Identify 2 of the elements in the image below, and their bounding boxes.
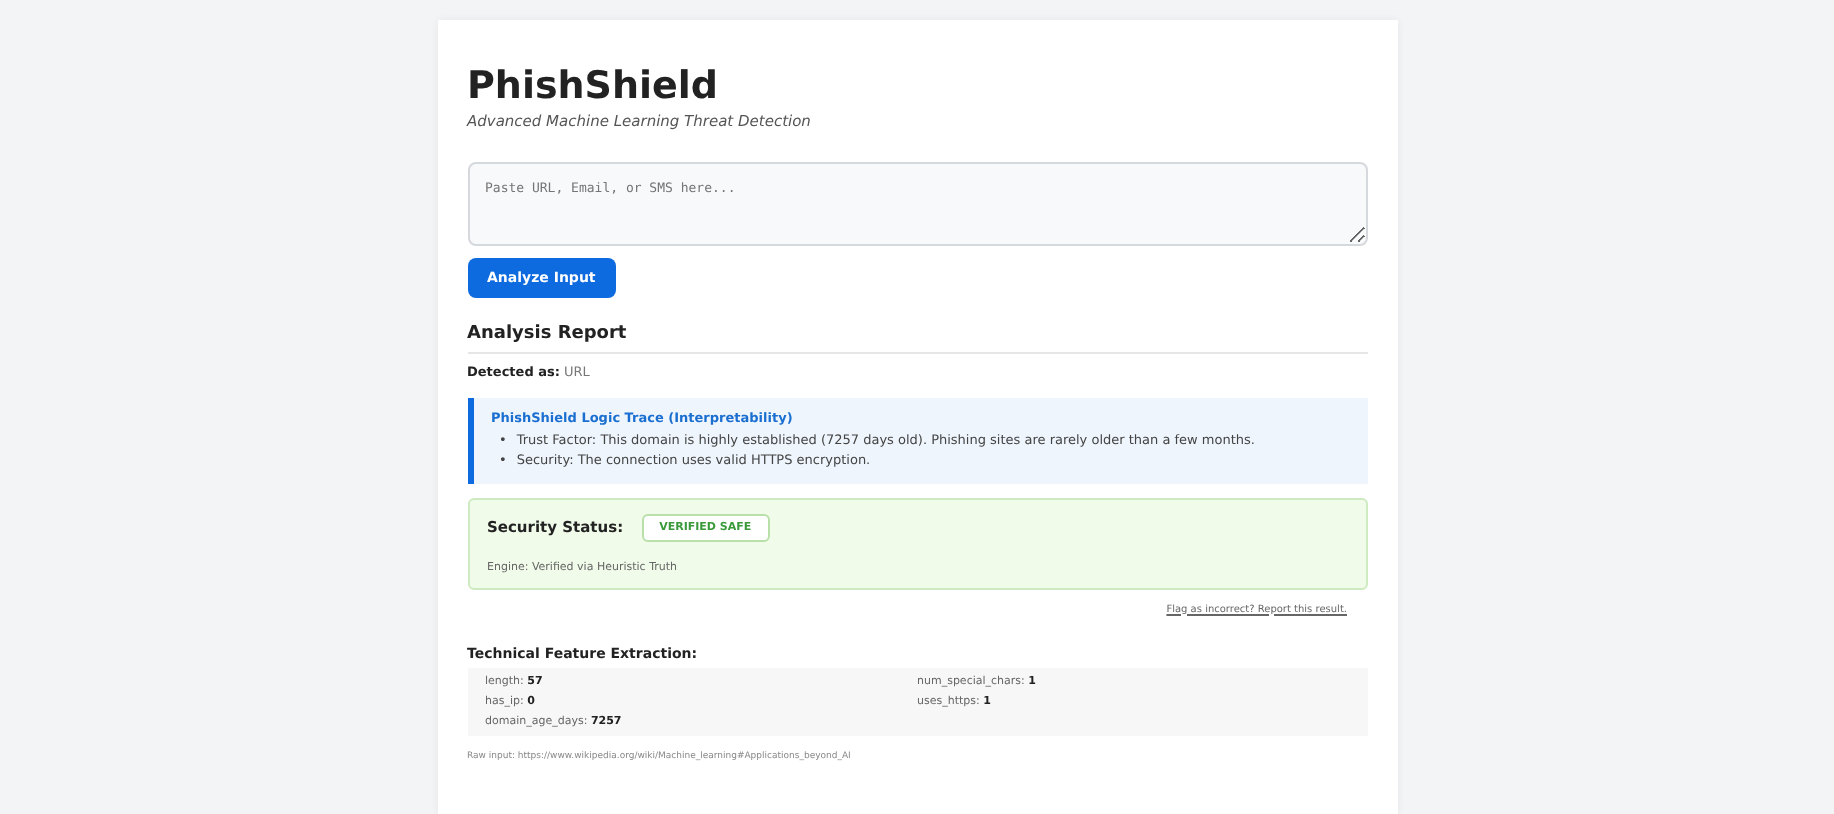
report-heading: Analysis Report — [467, 324, 1367, 354]
app-title: PhishShield — [467, 64, 721, 108]
